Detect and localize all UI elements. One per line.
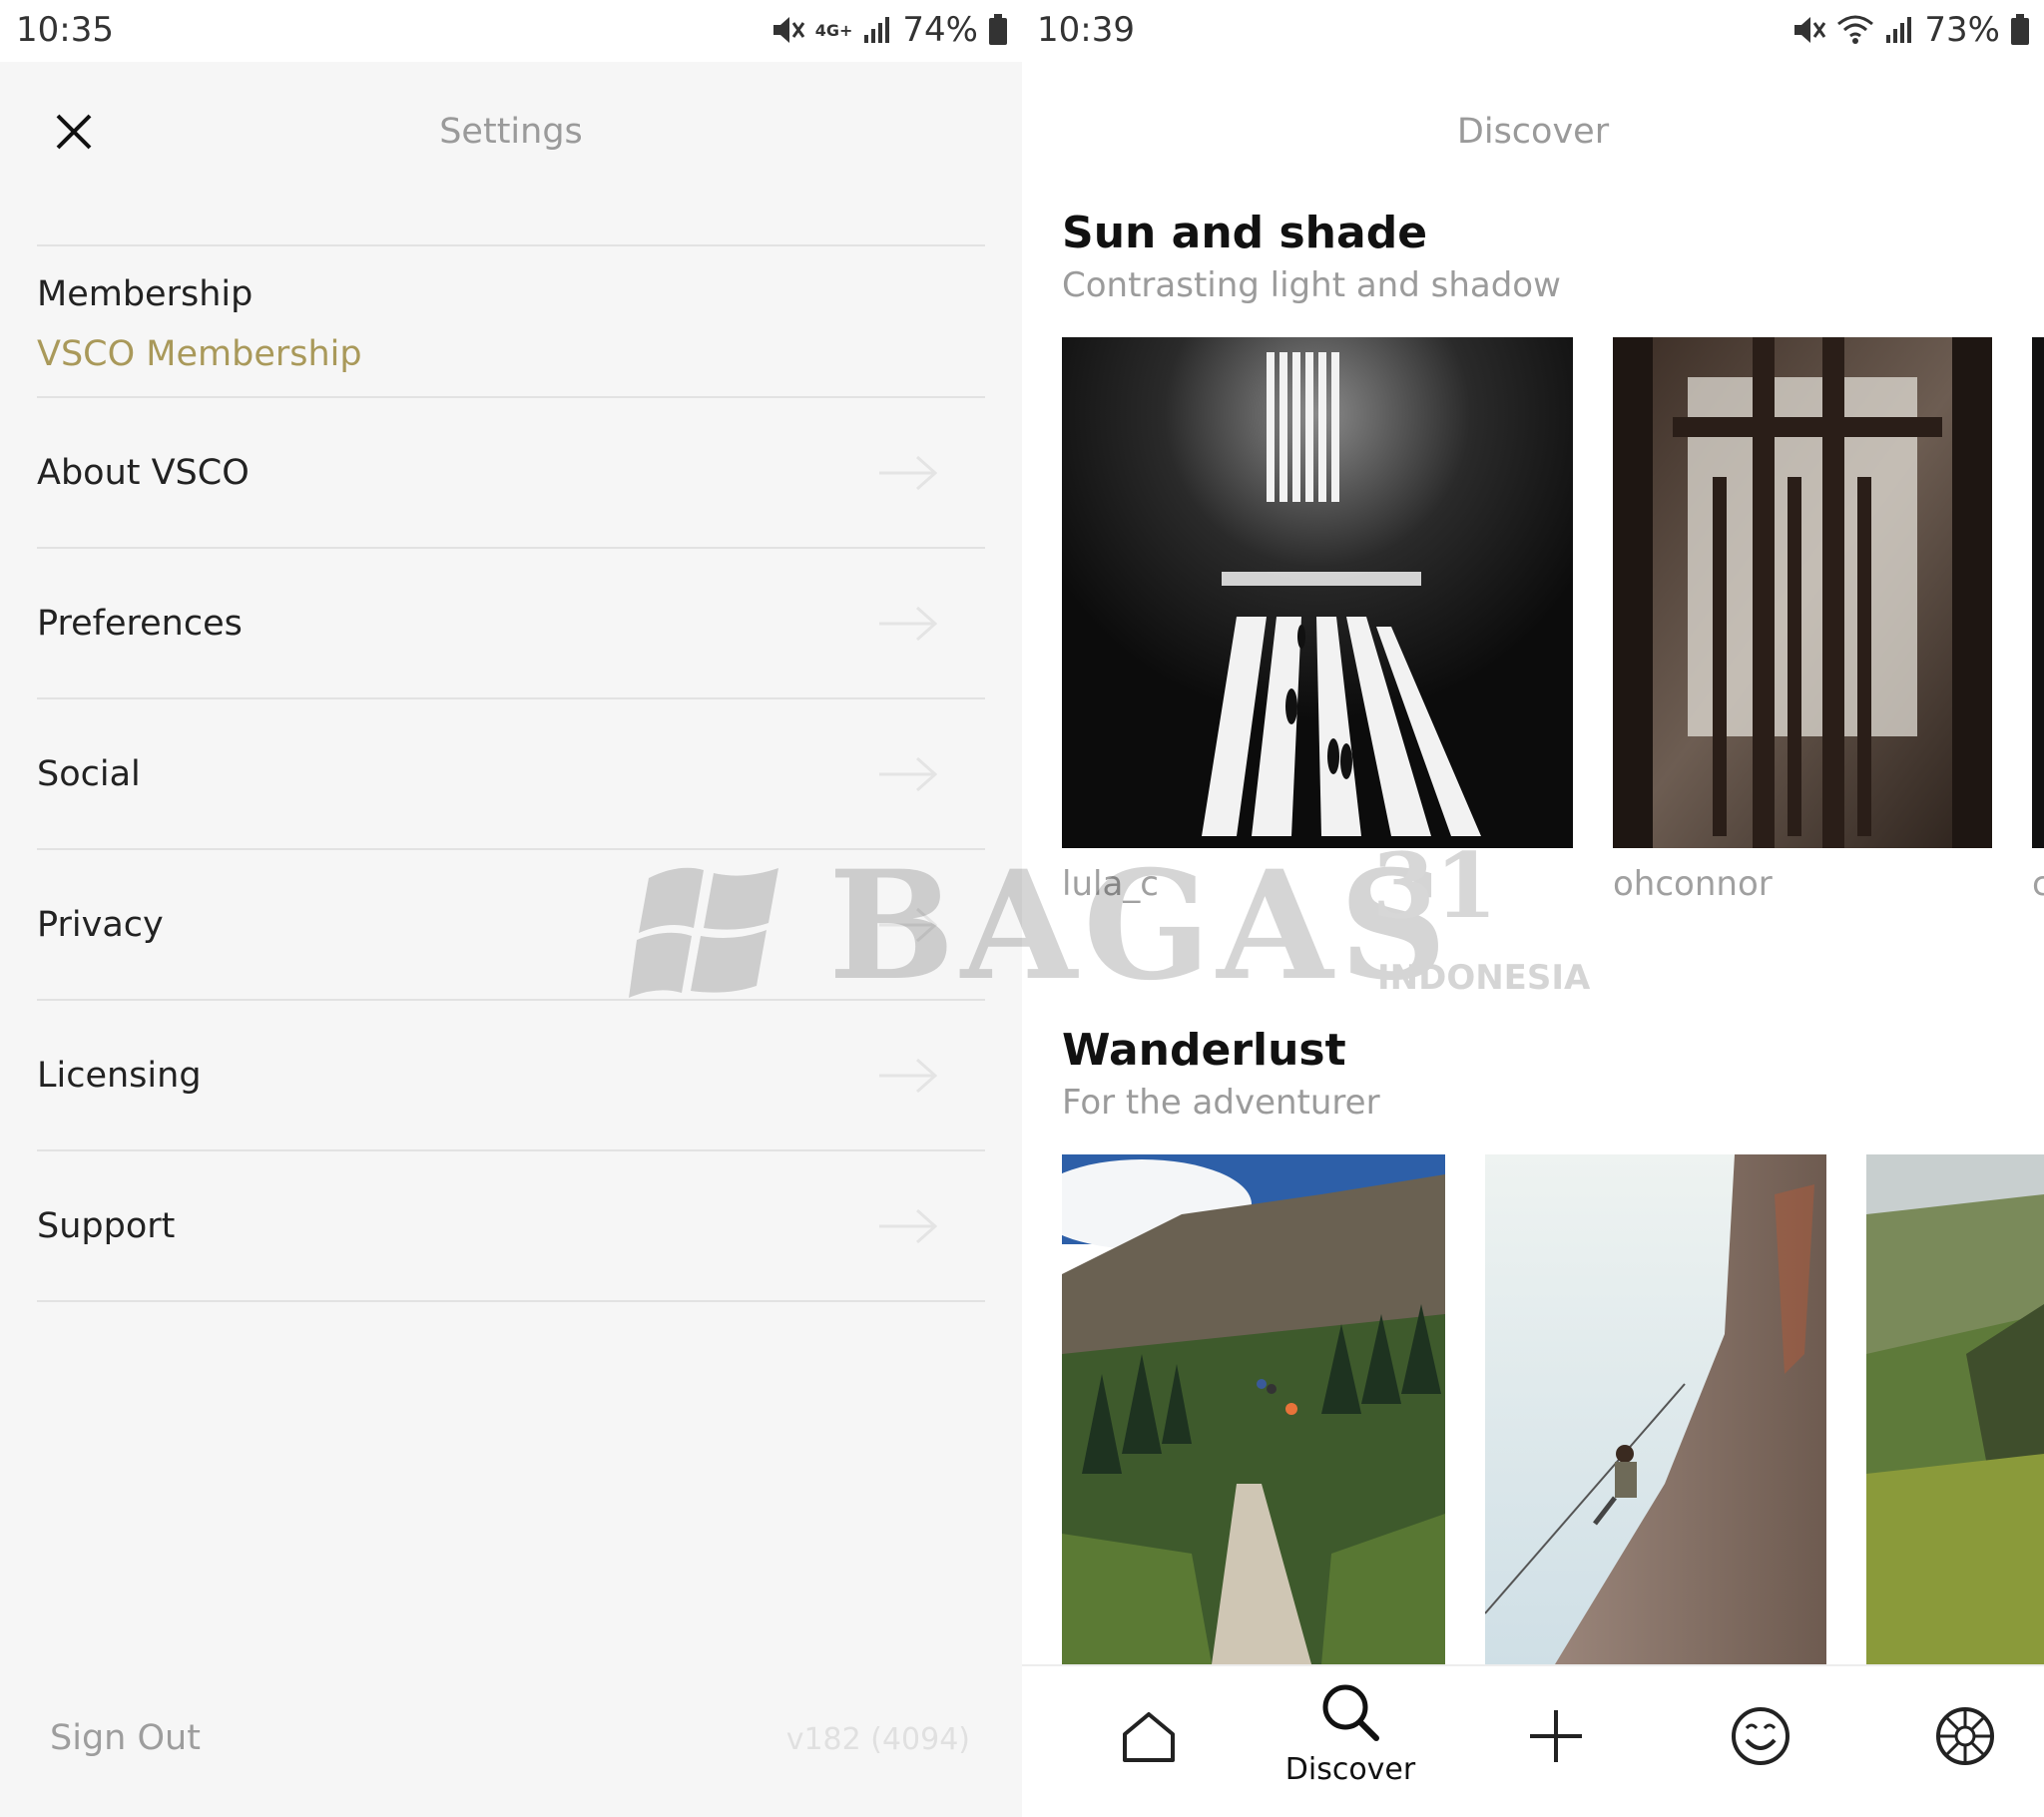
aperture-icon (1936, 1707, 1994, 1765)
signal-icon (862, 15, 892, 45)
bottom-nav: Discover (1022, 1664, 2044, 1817)
membership-label: Membership (37, 274, 254, 314)
settings-item-privacy[interactable]: Privacy (37, 850, 985, 999)
nav-profile[interactable] (1696, 1706, 1825, 1817)
photo-credit[interactable]: ohconnor (1613, 864, 1773, 904)
settings-item-label: Support (37, 1205, 176, 1246)
arrow-right-icon (879, 756, 938, 791)
divider (37, 1300, 985, 1302)
settings-item-social[interactable]: Social (37, 699, 985, 848)
settings-item-licensing[interactable]: Licensing (37, 1001, 985, 1149)
arrow-right-icon (879, 606, 938, 641)
wifi-icon (1836, 14, 1874, 46)
status-time: 10:35 (16, 10, 114, 50)
plus-icon (1530, 1710, 1582, 1762)
smiley-icon (1732, 1707, 1789, 1765)
battery-icon (988, 14, 1008, 46)
photo-credit[interactable]: lula_c (1062, 864, 1159, 904)
membership-item[interactable]: Membership VSCO Membership (37, 246, 985, 396)
section-subtitle: For the adventurer (1062, 1083, 1380, 1123)
nav-discover-label: Discover (1284, 1752, 1416, 1787)
membership-value: VSCO Membership (37, 334, 362, 374)
signal-icon (1884, 15, 1914, 45)
nav-add[interactable] (1491, 1708, 1621, 1817)
nav-discover[interactable]: Discover (1285, 1682, 1415, 1802)
photo-thumbnail[interactable] (1485, 1154, 1826, 1664)
mute-icon (771, 14, 805, 46)
arrow-right-icon (879, 1208, 938, 1243)
sign-out-button[interactable]: Sign Out (50, 1718, 201, 1758)
photo-thumbnail[interactable] (1062, 337, 1573, 848)
mute-icon (1792, 14, 1826, 46)
settings-item-label: Privacy (37, 904, 164, 945)
settings-item-about[interactable]: About VSCO (37, 398, 985, 547)
settings-screen: 10:35 4G+ 74% Settings Membership VSCO M… (0, 0, 1022, 1817)
arrow-right-icon (879, 1058, 938, 1093)
settings-item-label: Social (37, 753, 141, 794)
photo-thumbnail[interactable] (2032, 337, 2044, 848)
photo-thumbnail[interactable] (1866, 1154, 2044, 1664)
battery-percent: 74% (902, 10, 978, 50)
battery-icon (2010, 14, 2030, 46)
status-bar: 10:39 73% (1022, 0, 2044, 62)
status-time: 10:39 (1037, 10, 1135, 50)
section-subtitle: Contrasting light and shadow (1062, 265, 1561, 305)
settings-item-label: About VSCO (37, 452, 250, 493)
nav-studio[interactable] (1900, 1706, 2030, 1817)
settings-item-label: Preferences (37, 603, 243, 644)
search-icon (1322, 1684, 1379, 1741)
page-title: Settings (439, 112, 583, 152)
settings-item-label: Licensing (37, 1055, 202, 1096)
discover-screen: 10:39 73% Discover Sun and shade Contras… (1022, 0, 2044, 1817)
status-bar: 10:35 4G+ 74% (0, 0, 1022, 62)
section-title: Wanderlust (1062, 1025, 1346, 1076)
arrow-right-icon (879, 907, 938, 942)
nav-home[interactable] (1084, 1708, 1214, 1817)
photo-thumbnail[interactable] (1062, 1154, 1445, 1664)
settings-list: Membership VSCO Membership About VSCO Pr… (37, 244, 985, 1302)
photo-thumbnail[interactable] (1613, 337, 1992, 848)
arrow-right-icon (879, 455, 938, 490)
section-title: Sun and shade (1062, 208, 1428, 258)
app-version: v182 (4094) (785, 1722, 970, 1757)
page-title: Discover (1456, 112, 1610, 152)
battery-percent: 73% (1924, 10, 2000, 50)
settings-item-support[interactable]: Support (37, 1151, 985, 1300)
settings-item-preferences[interactable]: Preferences (37, 549, 985, 697)
home-icon (1123, 1712, 1175, 1762)
photo-credit[interactable]: c (2032, 864, 2044, 904)
network-type-icon: 4G+ (814, 20, 853, 40)
